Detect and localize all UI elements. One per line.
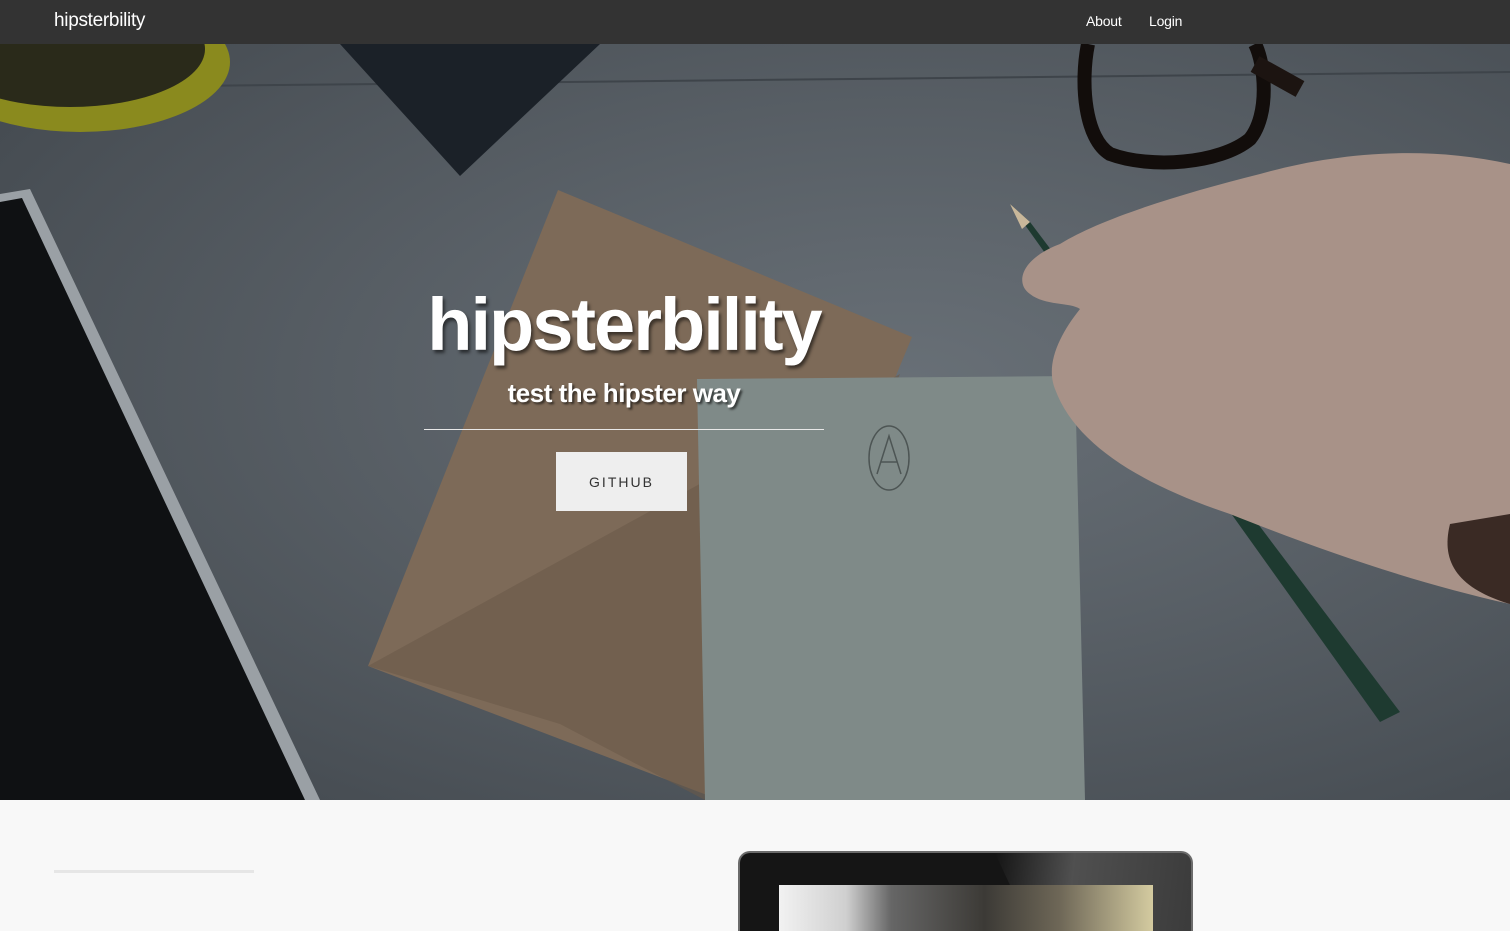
hero-section: hipsterbility test the hipster way GITHU…	[0, 44, 1510, 800]
brand-link[interactable]: hipsterbility	[54, 10, 145, 32]
tablet-mockup-image	[738, 851, 1193, 931]
top-navbar: hipsterbility About Login	[0, 0, 1510, 44]
github-button[interactable]: GITHUB	[556, 452, 687, 511]
hero-subtitle: test the hipster way	[507, 378, 741, 408]
hero-divider	[424, 429, 824, 430]
section-divider	[54, 870, 254, 873]
nav-link-about[interactable]: About	[1086, 13, 1122, 29]
hero-title: hipsterbility	[427, 283, 822, 366]
tablet-screen	[779, 885, 1153, 931]
nav-link-login[interactable]: Login	[1149, 13, 1182, 29]
hero-background-photo	[0, 44, 1510, 800]
